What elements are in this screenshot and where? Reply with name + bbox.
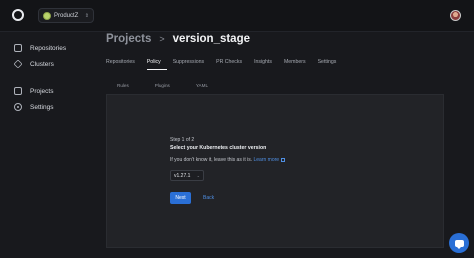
subtab-yaml[interactable]: YAML: [196, 83, 208, 88]
sidebar-item-label: Repositories: [30, 44, 67, 52]
tab-pr-checks[interactable]: PR Checks: [216, 59, 248, 70]
tab-policy[interactable]: Policy: [146, 59, 167, 70]
cube-icon: [13, 59, 23, 69]
sidebar-item-clusters[interactable]: Clusters: [13, 58, 54, 70]
chat-icon: [454, 239, 464, 249]
wizard-help: If you don't know it, leave this as it i…: [170, 157, 285, 163]
sidebar-item-label: Clusters: [30, 60, 54, 68]
breadcrumb: Projects > version_stage: [106, 33, 250, 45]
tab-insights[interactable]: Insights: [254, 59, 278, 70]
org-avatar-icon: [43, 11, 51, 20]
policy-subtabs: Rules Plugins YAML: [117, 83, 208, 88]
tab-settings[interactable]: Settings: [318, 59, 343, 70]
tab-bar: Repositories Policy Suppressions PR Chec…: [106, 59, 348, 70]
external-link-icon: [280, 157, 285, 162]
grid-icon: [14, 87, 22, 95]
org-switcher[interactable]: ProductZ ⇕: [38, 8, 94, 23]
learn-more-link[interactable]: Learn more: [254, 157, 285, 163]
page-title: version_stage: [172, 33, 251, 45]
sidebar: Repositories Clusters Projects Settings: [0, 32, 95, 258]
sidebar-item-label: Projects: [30, 87, 54, 95]
wizard-panel: Step 1 of 2 Select your Kubernetes clust…: [106, 94, 444, 248]
next-button[interactable]: Next: [170, 192, 191, 204]
chevron-updown-icon: ⇕: [84, 12, 89, 19]
top-bar: ProductZ ⇕: [0, 0, 474, 32]
tab-members[interactable]: Members: [284, 59, 312, 70]
k8s-version-value: v1.27.1: [174, 172, 191, 179]
tab-repositories[interactable]: Repositories: [106, 59, 141, 70]
k8s-version-select[interactable]: v1.27.1 ⌄: [170, 170, 204, 181]
tab-suppressions[interactable]: Suppressions: [173, 59, 210, 70]
help-text: If you don't know it, leave this as it i…: [170, 157, 253, 163]
breadcrumb-projects-link[interactable]: Projects: [106, 33, 151, 45]
gear-icon: [14, 103, 22, 111]
repository-icon: [14, 44, 22, 52]
sidebar-item-repositories[interactable]: Repositories: [14, 42, 66, 54]
sidebar-item-projects[interactable]: Projects: [14, 85, 53, 97]
sidebar-item-settings[interactable]: Settings: [14, 101, 54, 113]
sidebar-item-label: Settings: [30, 103, 54, 111]
chevron-right-icon: >: [159, 34, 165, 44]
learn-more-label: Learn more: [253, 157, 280, 163]
subtab-plugins[interactable]: Plugins: [155, 83, 170, 88]
chevron-down-icon: ⌄: [196, 173, 200, 178]
wizard-title: Select your Kubernetes cluster version: [170, 145, 267, 151]
main-content: Projects > version_stage Repositories Po…: [95, 32, 474, 258]
app-logo-icon[interactable]: [12, 9, 24, 21]
user-avatar[interactable]: [450, 10, 461, 21]
wizard-step: Step 1 of 2: [170, 137, 195, 143]
org-name: ProductZ: [54, 12, 79, 19]
chat-support-button[interactable]: [449, 233, 469, 253]
back-button[interactable]: Back: [203, 195, 214, 201]
subtab-rules[interactable]: Rules: [117, 83, 129, 88]
